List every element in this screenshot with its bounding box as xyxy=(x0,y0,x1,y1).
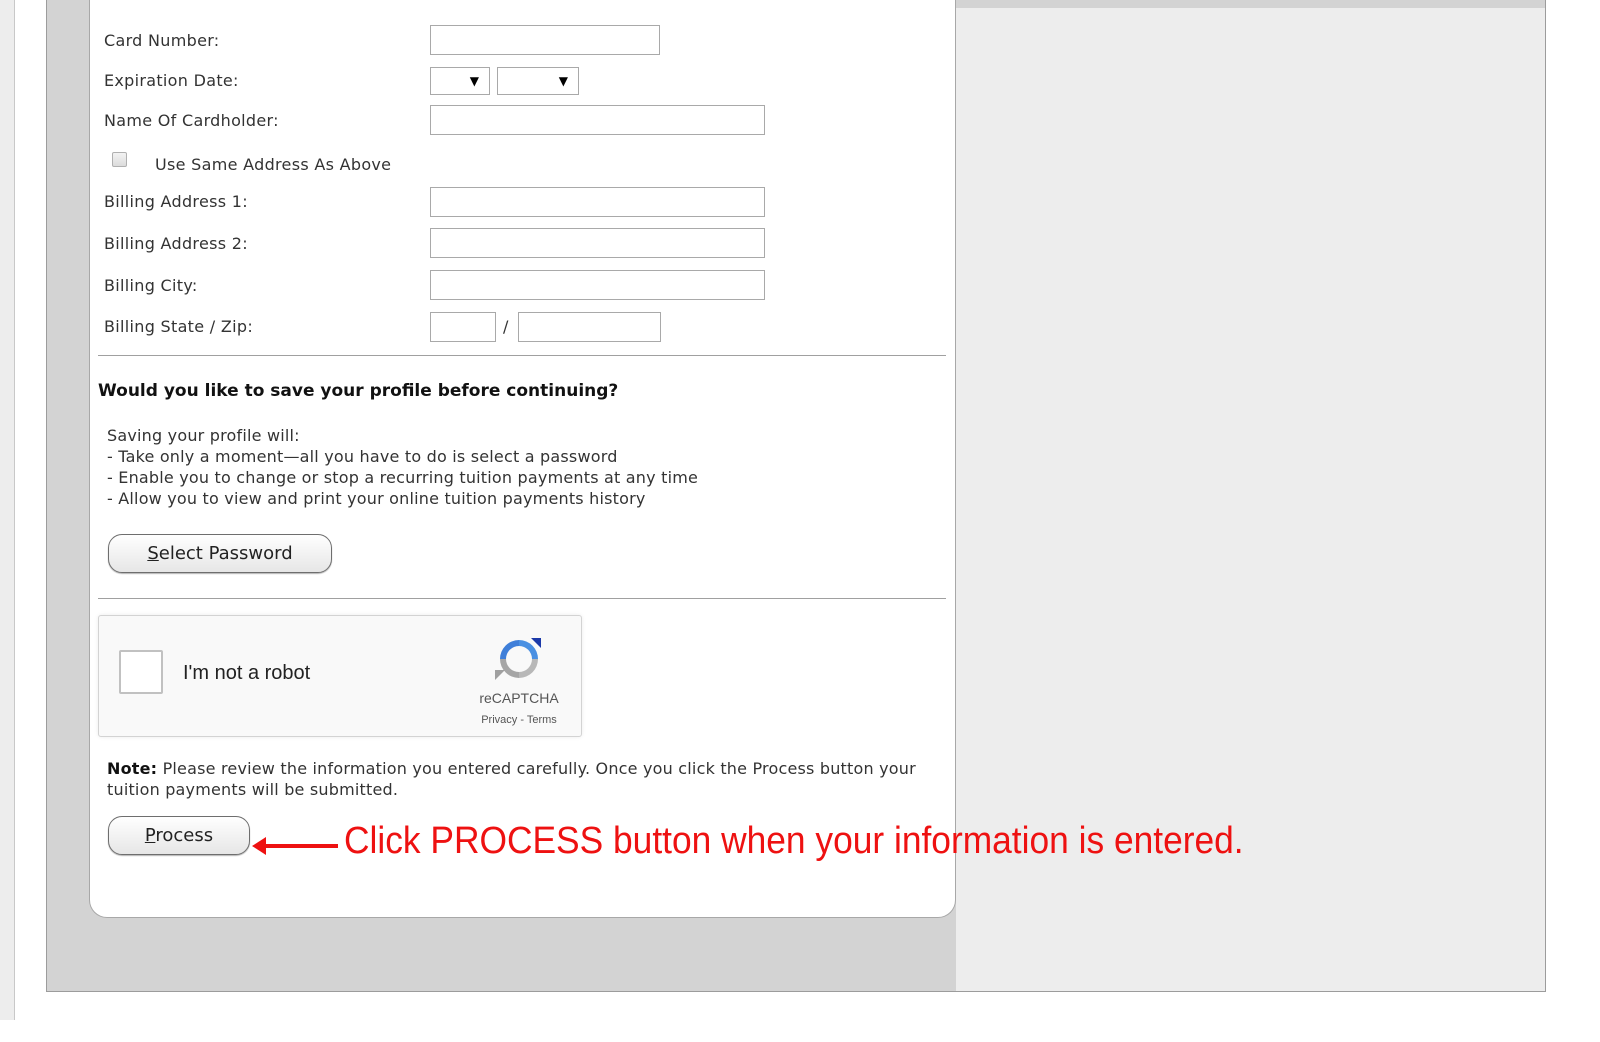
select-password-button[interactable]: Select Password xyxy=(108,534,332,573)
recaptcha-label: I'm not a robot xyxy=(183,662,311,684)
cardholder-name-input[interactable] xyxy=(430,105,765,135)
billing-address2-label: Billing Address 2: xyxy=(104,234,248,253)
recaptcha-links[interactable]: Privacy - Terms xyxy=(469,714,569,726)
review-note: Note: Please review the information you … xyxy=(107,758,927,800)
annotation-arrow-icon xyxy=(252,837,338,855)
section-divider xyxy=(98,598,946,599)
annotation-callout: Click PROCESS button when your informati… xyxy=(344,820,1244,862)
billing-state-zip-label: Billing State / Zip: xyxy=(104,317,254,336)
card-number-label: Card Number: xyxy=(104,31,220,50)
access-key-letter: S xyxy=(147,543,159,564)
expiration-month-select[interactable]: ▼ xyxy=(430,67,490,95)
recaptcha-checkbox[interactable] xyxy=(119,650,163,694)
process-label: rocess xyxy=(155,825,214,846)
recaptcha-widget: I'm not a robot reCAPTCHA Privacy - Term… xyxy=(98,615,582,737)
save-profile-intro: Saving your profile will: xyxy=(107,426,300,445)
save-profile-bullet: - Enable you to change or stop a recurri… xyxy=(107,468,699,487)
billing-city-label: Billing City: xyxy=(104,276,198,295)
expiration-date-label: Expiration Date: xyxy=(104,71,239,90)
card-number-input[interactable] xyxy=(430,25,660,55)
same-address-checkbox[interactable] xyxy=(112,152,127,167)
billing-state-input[interactable] xyxy=(430,312,496,342)
state-zip-separator: / xyxy=(503,317,509,336)
save-profile-heading: Would you like to save your profile befo… xyxy=(98,381,619,401)
cardholder-name-label: Name Of Cardholder: xyxy=(104,111,279,130)
dropdown-arrow-icon: ▼ xyxy=(469,74,479,88)
access-key-letter: P xyxy=(144,825,156,846)
expiration-year-select[interactable]: ▼ xyxy=(497,67,579,95)
dropdown-arrow-icon: ▼ xyxy=(558,74,568,88)
left-scroll-gutter xyxy=(0,0,15,1020)
note-label: Note: xyxy=(107,759,158,778)
section-divider xyxy=(98,355,946,356)
billing-zip-input[interactable] xyxy=(518,312,661,342)
billing-address2-input[interactable] xyxy=(430,228,765,258)
billing-address1-label: Billing Address 1: xyxy=(104,192,248,211)
same-address-label: Use Same Address As Above xyxy=(155,155,392,174)
process-button[interactable]: Process xyxy=(108,816,250,855)
note-text: Please review the information you entere… xyxy=(107,759,916,799)
save-profile-bullet: - Allow you to view and print your onlin… xyxy=(107,489,646,508)
billing-city-input[interactable] xyxy=(430,270,765,300)
select-password-label: elect Password xyxy=(158,543,293,564)
recaptcha-brand: reCAPTCHA xyxy=(479,690,559,706)
save-profile-bullet: - Take only a moment—all you have to do … xyxy=(107,447,618,466)
recaptcha-logo-icon xyxy=(495,638,541,680)
billing-address1-input[interactable] xyxy=(430,187,765,217)
